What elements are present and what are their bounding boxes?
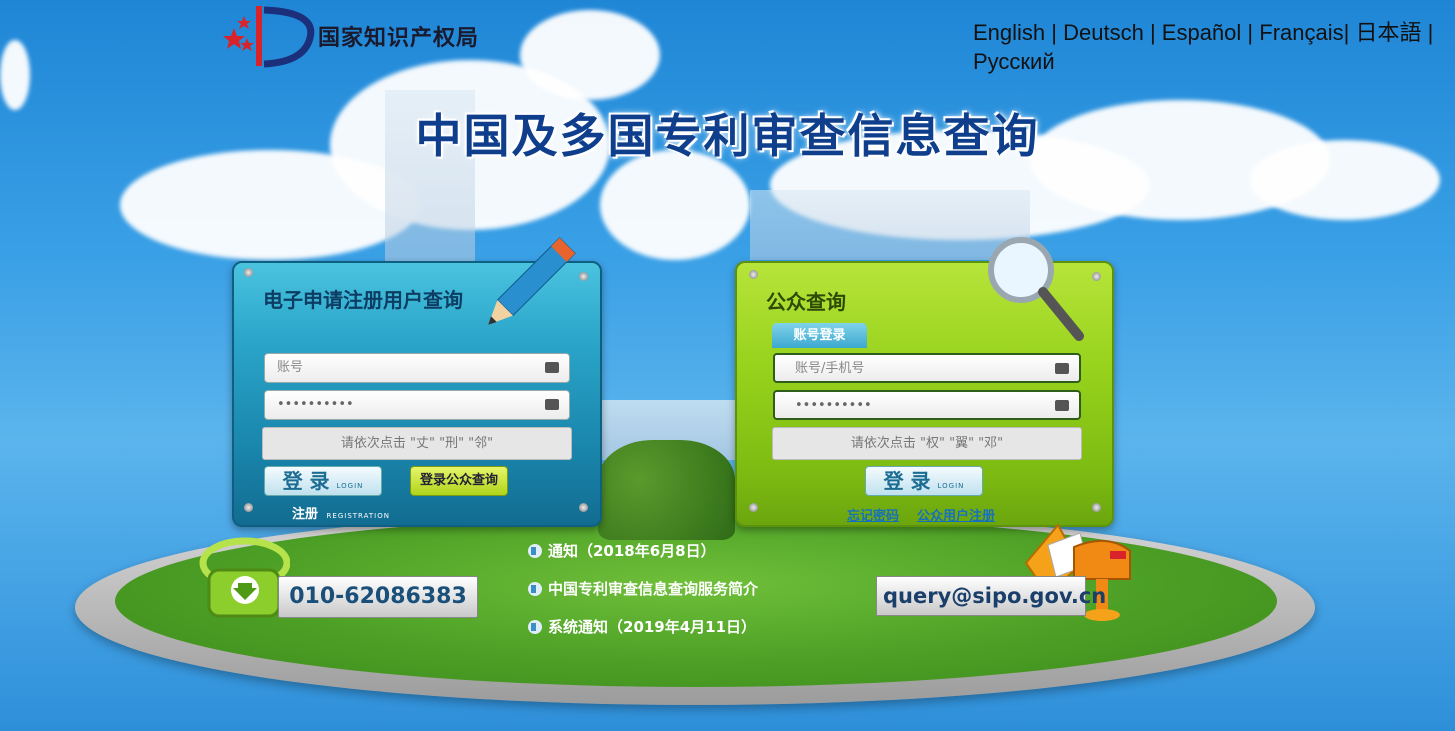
lang-english[interactable]: English: [973, 20, 1045, 45]
password-value: ••••••••••: [277, 397, 354, 412]
pencil-icon: [488, 237, 576, 325]
captcha-box[interactable]: 请依次点击 "丈" "刑" "邻": [262, 427, 572, 460]
phone-icon: [199, 537, 290, 618]
page-title: 中国及多国专利审查信息查询: [415, 109, 1040, 163]
keyboard-icon[interactable]: [545, 362, 559, 373]
tab-account-login[interactable]: 账号登录: [772, 323, 867, 348]
register-sub: REGISTRATION: [326, 512, 390, 520]
lang-separator: |: [1045, 20, 1064, 45]
screw: [1092, 503, 1101, 512]
registered-user-title: 电子申请注册用户查询: [263, 288, 463, 312]
forgot-password-link[interactable]: 忘记密码: [847, 505, 899, 524]
public-register-link[interactable]: 公众用户注册: [917, 505, 995, 524]
speaker-icon: [528, 620, 542, 634]
hotline-number: 010-62086383: [278, 576, 478, 618]
lang-russian[interactable]: Русский: [973, 49, 1055, 74]
logo-emblem-icon: [223, 6, 315, 68]
keyboard-icon[interactable]: [1055, 363, 1069, 374]
magnifier-icon: [988, 237, 1084, 341]
public-login-submit-button[interactable]: 登 录 LOGIN: [865, 466, 983, 496]
lang-separator: |: [1143, 20, 1162, 45]
account-phone-placeholder: 账号/手机号: [795, 361, 865, 376]
logo-text: 国家知识产权局: [318, 25, 480, 51]
notice-text: 中国专利审查信息查询服务简介: [548, 580, 759, 598]
public-login-label: 登 录: [883, 469, 931, 493]
public-password-input[interactable]: ••••••••••: [773, 390, 1081, 420]
trees: [598, 440, 735, 540]
public-password-value: ••••••••••: [795, 398, 872, 413]
notice-item[interactable]: 中国专利审查信息查询服务简介: [528, 578, 758, 599]
public-login-button[interactable]: 登录公众查询: [410, 466, 508, 496]
notice-text: 系统通知（2019年4月11日）: [548, 618, 757, 636]
screw: [244, 503, 253, 512]
login-label: 登 录: [282, 469, 330, 493]
screw: [244, 268, 253, 277]
cloud: [520, 10, 660, 100]
contact-email: query@sipo.gov.cn: [876, 576, 1106, 616]
register-link[interactable]: 注册 REGISTRATION: [292, 503, 390, 522]
language-switcher: English | Deutsch | Español | Français| …: [973, 18, 1453, 76]
account-input[interactable]: 账号: [264, 353, 570, 383]
screw: [579, 503, 588, 512]
cloud: [600, 150, 750, 260]
speaker-icon: [528, 582, 542, 596]
screw: [749, 270, 758, 279]
lang-deutsch[interactable]: Deutsch: [1063, 20, 1144, 45]
login-sub: LOGIN: [336, 482, 364, 490]
public-login-sub: LOGIN: [937, 482, 965, 490]
lang-separator: |: [1241, 20, 1260, 45]
lang-separator: |: [1421, 20, 1434, 45]
notice-item[interactable]: 系统通知（2019年4月11日）: [528, 616, 756, 637]
public-captcha-box[interactable]: 请依次点击 "权" "翼" "邓": [772, 427, 1082, 460]
screw: [1092, 272, 1101, 281]
password-input[interactable]: ••••••••••: [264, 390, 570, 420]
notice-item[interactable]: 通知（2018年6月8日）: [528, 540, 716, 561]
speaker-icon: [528, 544, 542, 558]
screw: [579, 272, 588, 281]
register-label: 注册: [292, 507, 319, 522]
login-button[interactable]: 登 录 LOGIN: [264, 466, 382, 496]
lang-separator: |: [1343, 20, 1356, 45]
lang-japanese[interactable]: 日本語: [1355, 20, 1421, 45]
lang-francais[interactable]: Français: [1259, 20, 1343, 45]
account-placeholder: 账号: [277, 360, 304, 375]
lang-espanol[interactable]: Español: [1162, 20, 1242, 45]
account-phone-input[interactable]: 账号/手机号: [773, 353, 1081, 383]
notice-text: 通知（2018年6月8日）: [548, 542, 716, 560]
keyboard-icon[interactable]: [1055, 400, 1069, 411]
keyboard-icon[interactable]: [545, 399, 559, 410]
public-query-title: 公众查询: [766, 290, 846, 314]
screw: [749, 503, 758, 512]
